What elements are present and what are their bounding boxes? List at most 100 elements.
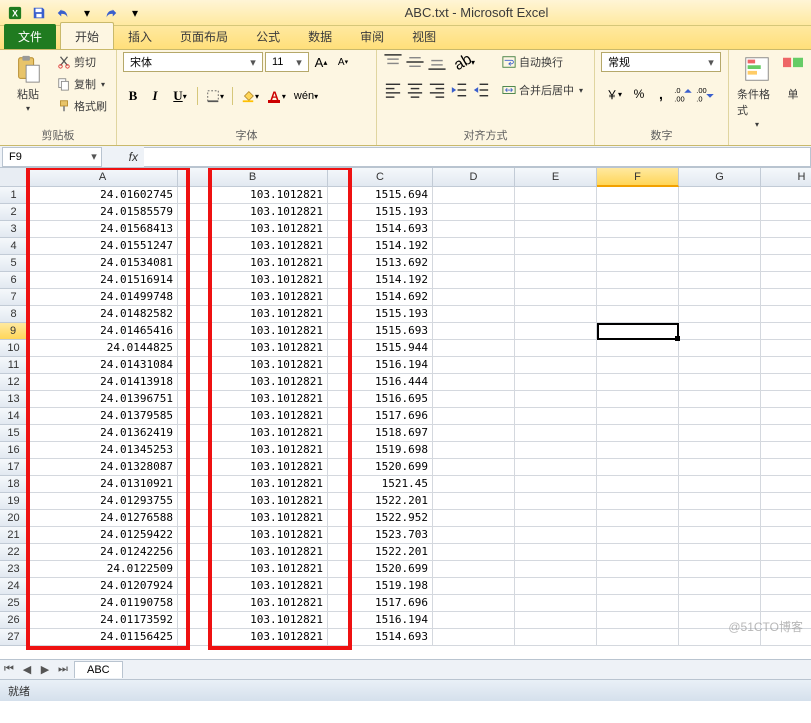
font-name-combo[interactable]: 宋体▾ xyxy=(123,52,263,72)
select-all-corner[interactable] xyxy=(0,168,28,187)
cell-E25[interactable] xyxy=(515,595,597,612)
cell-D11[interactable] xyxy=(433,357,515,374)
cell-D2[interactable] xyxy=(433,204,515,221)
row-header-3[interactable]: 3 xyxy=(0,221,28,238)
row-header-5[interactable]: 5 xyxy=(0,255,28,272)
cell-E9[interactable] xyxy=(515,323,597,340)
row-header-22[interactable]: 22 xyxy=(0,544,28,561)
tab-home[interactable]: 开始 xyxy=(60,22,114,49)
row-header-12[interactable]: 12 xyxy=(0,374,28,391)
cell-G26[interactable] xyxy=(679,612,761,629)
cell-H21[interactable] xyxy=(761,527,811,544)
tab-insert[interactable]: 插入 xyxy=(114,23,166,49)
cell-C4[interactable]: 1514.192 xyxy=(328,238,433,255)
cell-E18[interactable] xyxy=(515,476,597,493)
cell-F19[interactable] xyxy=(597,493,679,510)
tab-formulas[interactable]: 公式 xyxy=(242,23,294,49)
cell-E12[interactable] xyxy=(515,374,597,391)
formula-input[interactable] xyxy=(144,147,811,167)
cell-F2[interactable] xyxy=(597,204,679,221)
cell-G23[interactable] xyxy=(679,561,761,578)
italic-button[interactable]: I xyxy=(145,86,165,106)
font-size-combo[interactable]: 11▾ xyxy=(265,52,309,72)
cell-B20[interactable]: 103.1012821 xyxy=(178,510,328,527)
cell-D23[interactable] xyxy=(433,561,515,578)
cell-G10[interactable] xyxy=(679,340,761,357)
currency-button[interactable]: ￥▾ xyxy=(601,84,627,104)
cell-E2[interactable] xyxy=(515,204,597,221)
cell-H14[interactable] xyxy=(761,408,811,425)
tab-page-layout[interactable]: 页面布局 xyxy=(166,23,242,49)
cell-D18[interactable] xyxy=(433,476,515,493)
format-painter-button[interactable]: 格式刷 xyxy=(54,96,110,116)
fill-color-button[interactable]: ▾ xyxy=(237,86,263,106)
cell-B3[interactable]: 103.1012821 xyxy=(178,221,328,238)
cell-A6[interactable]: 24.01516914 xyxy=(28,272,178,289)
cell-E16[interactable] xyxy=(515,442,597,459)
cell-B14[interactable]: 103.1012821 xyxy=(178,408,328,425)
cell-B12[interactable]: 103.1012821 xyxy=(178,374,328,391)
cell-F5[interactable] xyxy=(597,255,679,272)
cell-B1[interactable]: 103.1012821 xyxy=(178,187,328,204)
cell-H20[interactable] xyxy=(761,510,811,527)
cell-C9[interactable]: 1515.693 xyxy=(328,323,433,340)
align-bottom-button[interactable] xyxy=(427,52,447,72)
cell-E24[interactable] xyxy=(515,578,597,595)
cell-A3[interactable]: 24.01568413 xyxy=(28,221,178,238)
row-header-8[interactable]: 8 xyxy=(0,306,28,323)
cell-A24[interactable]: 24.01207924 xyxy=(28,578,178,595)
cell-E20[interactable] xyxy=(515,510,597,527)
font-color-button[interactable]: A▾ xyxy=(265,86,291,106)
row-header-17[interactable]: 17 xyxy=(0,459,28,476)
cell-D13[interactable] xyxy=(433,391,515,408)
cell-F16[interactable] xyxy=(597,442,679,459)
cell-B26[interactable]: 103.1012821 xyxy=(178,612,328,629)
cell-F6[interactable] xyxy=(597,272,679,289)
row-header-27[interactable]: 27 xyxy=(0,629,28,646)
cell-A23[interactable]: 24.0122509 xyxy=(28,561,178,578)
cell-H15[interactable] xyxy=(761,425,811,442)
cell-A19[interactable]: 24.01293755 xyxy=(28,493,178,510)
row-header-2[interactable]: 2 xyxy=(0,204,28,221)
name-box-dropdown-icon[interactable]: ▾ xyxy=(87,150,101,163)
cell-F26[interactable] xyxy=(597,612,679,629)
row-header-11[interactable]: 11 xyxy=(0,357,28,374)
row-header-23[interactable]: 23 xyxy=(0,561,28,578)
cut-button[interactable]: 剪切 xyxy=(54,52,99,72)
cell-B8[interactable]: 103.1012821 xyxy=(178,306,328,323)
cell-C21[interactable]: 1523.703 xyxy=(328,527,433,544)
cell-G18[interactable] xyxy=(679,476,761,493)
row-header-14[interactable]: 14 xyxy=(0,408,28,425)
cell-H1[interactable] xyxy=(761,187,811,204)
cell-D12[interactable] xyxy=(433,374,515,391)
decrease-decimal-button[interactable]: .00.0 xyxy=(695,84,715,104)
cell-E13[interactable] xyxy=(515,391,597,408)
sheet-nav-last[interactable]: ⏭ xyxy=(54,661,72,679)
cell-G17[interactable] xyxy=(679,459,761,476)
cell-A25[interactable]: 24.01190758 xyxy=(28,595,178,612)
cell-H26[interactable] xyxy=(761,612,811,629)
cell-B7[interactable]: 103.1012821 xyxy=(178,289,328,306)
cell-B27[interactable]: 103.1012821 xyxy=(178,629,328,646)
row-header-1[interactable]: 1 xyxy=(0,187,28,204)
cell-E11[interactable] xyxy=(515,357,597,374)
cell-G16[interactable] xyxy=(679,442,761,459)
cell-C6[interactable]: 1514.192 xyxy=(328,272,433,289)
increase-font-button[interactable]: A▴ xyxy=(311,52,331,72)
cell-G20[interactable] xyxy=(679,510,761,527)
align-top-button[interactable] xyxy=(383,52,403,72)
cell-A27[interactable]: 24.01156425 xyxy=(28,629,178,646)
cell-F8[interactable] xyxy=(597,306,679,323)
cell-G5[interactable] xyxy=(679,255,761,272)
cell-H16[interactable] xyxy=(761,442,811,459)
cell-A21[interactable]: 24.01259422 xyxy=(28,527,178,544)
cell-D19[interactable] xyxy=(433,493,515,510)
col-header-A[interactable]: A xyxy=(28,168,178,187)
row-header-4[interactable]: 4 xyxy=(0,238,28,255)
cell-H10[interactable] xyxy=(761,340,811,357)
cell-D6[interactable] xyxy=(433,272,515,289)
cell-F27[interactable] xyxy=(597,629,679,646)
cell-B25[interactable]: 103.1012821 xyxy=(178,595,328,612)
col-header-B[interactable]: B xyxy=(178,168,328,187)
cell-A12[interactable]: 24.01413918 xyxy=(28,374,178,391)
